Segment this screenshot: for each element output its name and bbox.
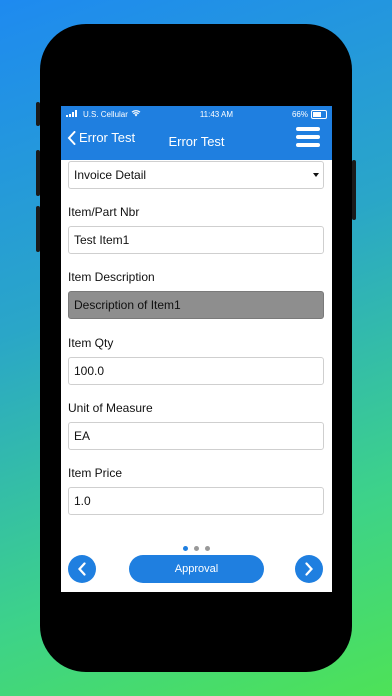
volume-down-button	[36, 206, 40, 252]
item-part-nbr-field[interactable]: Test Item1	[68, 226, 324, 254]
page-dot[interactable]	[194, 546, 199, 551]
unit-of-measure-label: Unit of Measure	[68, 401, 153, 415]
approval-button[interactable]: Approval	[129, 555, 264, 583]
item-description-label: Item Description	[68, 270, 155, 284]
menu-icon[interactable]	[296, 127, 320, 149]
item-price-field[interactable]: 1.0	[68, 487, 324, 515]
page-dot[interactable]	[205, 546, 210, 551]
chevron-right-icon	[305, 562, 313, 576]
unit-of-measure-field[interactable]: EA	[68, 422, 324, 450]
status-time: 11:43 AM	[199, 109, 234, 119]
power-button	[352, 160, 356, 220]
item-part-nbr-label: Item/Part Nbr	[68, 205, 140, 219]
section-select[interactable]: Invoice Detail	[68, 161, 324, 189]
next-button[interactable]	[295, 555, 323, 583]
previous-button[interactable]	[68, 555, 96, 583]
navigation-bar: Error Test Error Test	[61, 122, 332, 160]
volume-up-button	[36, 150, 40, 196]
dropdown-caret-icon	[313, 173, 319, 177]
signal-icon	[66, 109, 80, 119]
page-dot[interactable]	[183, 546, 188, 551]
page-title: Error Test	[168, 134, 225, 149]
carrier-label: U.S. Cellular	[83, 109, 128, 119]
status-bar: U.S. Cellular 11:43 AM 66%	[61, 106, 332, 122]
wifi-icon	[131, 109, 141, 119]
item-qty-label: Item Qty	[68, 336, 114, 350]
item-description-field: Description of Item1	[68, 291, 324, 319]
battery-label: 66%	[291, 109, 308, 119]
battery-icon	[310, 109, 327, 119]
app-screen: U.S. Cellular 11:43 AM 66% Error Test Er…	[61, 106, 332, 592]
chevron-left-icon	[78, 562, 86, 576]
page-indicator[interactable]	[61, 546, 332, 551]
section-select-value: Invoice Detail	[74, 168, 147, 182]
mute-switch	[36, 102, 40, 126]
item-price-label: Item Price	[68, 466, 123, 480]
item-qty-field[interactable]: 100.0	[68, 357, 324, 385]
